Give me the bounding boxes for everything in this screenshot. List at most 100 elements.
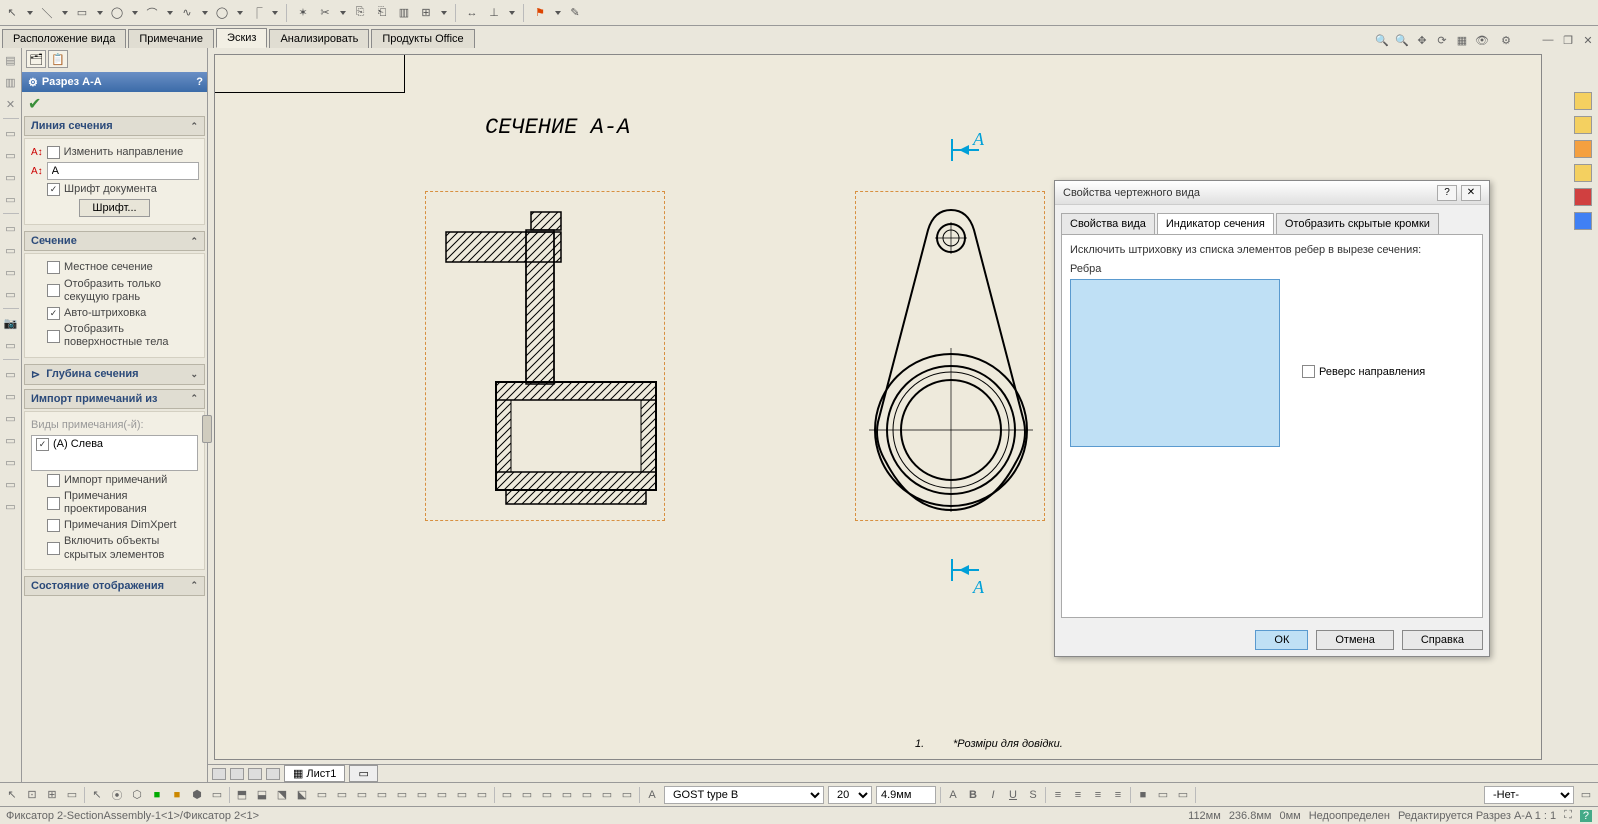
sheet-prev[interactable] <box>230 768 244 780</box>
btool-21[interactable]: ▭ <box>434 787 450 803</box>
rotate-icon[interactable]: ⟳ <box>1434 32 1450 48</box>
vtool-13[interactable]: ▭ <box>3 366 19 382</box>
pan-icon[interactable]: ✥ <box>1414 32 1430 48</box>
reverse-direction-checkbox[interactable] <box>1302 365 1315 378</box>
vtool-19[interactable]: ▭ <box>3 498 19 514</box>
help-button[interactable]: Справка <box>1402 630 1483 650</box>
btool-28[interactable]: ▭ <box>579 787 595 803</box>
btool-14[interactable]: ⬕ <box>294 787 310 803</box>
rtool-explorer-icon[interactable] <box>1574 164 1592 182</box>
font-button[interactable]: Шрифт... <box>79 199 149 217</box>
sheet-last[interactable] <box>266 768 280 780</box>
more-icon[interactable]: ⚙ <box>1498 32 1514 48</box>
section-view[interactable] <box>425 191 665 521</box>
trim-icon[interactable]: ✂ <box>317 5 333 21</box>
dimension-icon[interactable]: ↔ <box>464 5 480 21</box>
vtool-11[interactable]: ▭ <box>3 286 19 302</box>
group-import-annotations[interactable]: Импорт примечаний из⌃ <box>24 389 205 409</box>
dialog-tab-view-props[interactable]: Свойства вида <box>1061 213 1155 235</box>
doc-font-checkbox[interactable]: ✓ <box>47 183 60 196</box>
sheet-add[interactable]: ▭ <box>349 765 377 782</box>
display-style-icon[interactable]: ▦ <box>1454 32 1470 48</box>
status-help-icon[interactable]: ? <box>1580 810 1592 822</box>
btool-32[interactable]: ▭ <box>1175 787 1191 803</box>
btool-24[interactable]: ▭ <box>499 787 515 803</box>
btool-27[interactable]: ▭ <box>559 787 575 803</box>
btool-12[interactable]: ⬓ <box>254 787 270 803</box>
btool-20[interactable]: ▭ <box>414 787 430 803</box>
btool-9[interactable]: ⬢ <box>189 787 205 803</box>
feature-tree-tab[interactable]: 🗂 <box>26 50 46 68</box>
panel-splitter[interactable] <box>202 415 212 443</box>
tab-evaluate[interactable]: Анализировать <box>269 29 369 48</box>
fillet-icon[interactable]: ⎾ <box>249 5 265 21</box>
btool-layer-icon[interactable]: ▭ <box>1578 787 1594 803</box>
tab-annotation[interactable]: Примечание <box>128 29 214 48</box>
rtool-resources-icon[interactable] <box>1574 116 1592 134</box>
rtool-home-icon[interactable] <box>1574 92 1592 110</box>
btool-align4[interactable]: ≡ <box>1110 787 1126 803</box>
btool-italic-icon[interactable]: I <box>985 787 1001 803</box>
dialog-titlebar[interactable]: Свойства чертежного вида ? ✕ <box>1055 181 1489 205</box>
btool-10[interactable]: ▭ <box>209 787 225 803</box>
property-tab[interactable]: 📋 <box>48 50 68 68</box>
view-a-checkbox[interactable]: ✓ <box>36 438 49 451</box>
line-icon[interactable]: ＼ <box>39 5 55 21</box>
sketch-pen-icon[interactable]: ✎ <box>567 5 583 21</box>
offset-icon[interactable]: ⎗ <box>374 5 390 21</box>
vtool-7[interactable]: ▭ <box>3 191 19 207</box>
hide-show-icon[interactable]: 👁 <box>1474 32 1490 48</box>
rtool-appearance-icon[interactable] <box>1574 212 1592 230</box>
cancel-button[interactable]: Отмена <box>1316 630 1393 650</box>
btool-31[interactable]: ▭ <box>1155 787 1171 803</box>
sheet-tab-1[interactable]: ▦ Лист1 <box>284 765 345 782</box>
btool-select-icon[interactable]: ↖ <box>4 787 20 803</box>
circle-icon[interactable]: ◯ <box>109 5 125 21</box>
rtool-library-icon[interactable] <box>1574 140 1592 158</box>
btool-22[interactable]: ▭ <box>454 787 470 803</box>
zoom-area-icon[interactable]: 🔍 <box>1394 32 1410 48</box>
mirror-icon[interactable]: ▥ <box>396 5 412 21</box>
design-notes-checkbox[interactable] <box>47 497 60 510</box>
btool-cursor-icon[interactable]: ↖ <box>89 787 105 803</box>
vtool-6[interactable]: ▭ <box>3 169 19 185</box>
pattern-icon[interactable]: ⊞ <box>418 5 434 21</box>
restore-icon[interactable]: ❐ <box>1560 32 1576 48</box>
group-display-state[interactable]: Состояние отображения⌃ <box>24 576 205 596</box>
relation-icon[interactable]: ⊥ <box>486 5 502 21</box>
btool-strike-icon[interactable]: S <box>1025 787 1041 803</box>
sheet-next[interactable] <box>248 768 262 780</box>
group-section-line[interactable]: Линия сечения⌃ <box>24 116 205 136</box>
vtool-16[interactable]: ▭ <box>3 432 19 448</box>
arc-icon[interactable]: ⌒ <box>144 5 160 21</box>
sheet-first[interactable] <box>212 768 226 780</box>
rect-icon[interactable]: ▭ <box>74 5 90 21</box>
ok-check-icon[interactable]: ✔ <box>28 96 41 113</box>
import-notes-checkbox[interactable] <box>47 474 60 487</box>
vtool-5[interactable]: ▭ <box>3 147 19 163</box>
btool-15[interactable]: ▭ <box>314 787 330 803</box>
font-name-select[interactable]: GOST type B <box>664 786 824 804</box>
btool-color-icon[interactable]: ■ <box>1135 787 1151 803</box>
btool-30[interactable]: ▭ <box>619 787 635 803</box>
auto-hatch-checkbox[interactable]: ✓ <box>47 307 60 320</box>
vtool-8[interactable]: ▭ <box>3 220 19 236</box>
point-icon[interactable]: ✶ <box>295 5 311 21</box>
btool-17[interactable]: ▭ <box>354 787 370 803</box>
close-icon[interactable]: ✕ <box>1580 32 1596 48</box>
tab-view-layout[interactable]: Расположение вида <box>2 29 126 48</box>
vtool-15[interactable]: ▭ <box>3 410 19 426</box>
local-section-checkbox[interactable] <box>47 261 60 274</box>
btool-align1[interactable]: ≡ <box>1050 787 1066 803</box>
minimize-icon[interactable]: — <box>1540 32 1556 48</box>
cursor-icon[interactable]: ↖ <box>4 5 20 21</box>
dialog-close-icon[interactable]: ✕ <box>1461 185 1481 201</box>
change-direction-checkbox[interactable] <box>47 146 60 159</box>
btool-6[interactable]: ⬡ <box>129 787 145 803</box>
flag-icon[interactable]: ⚑ <box>532 5 548 21</box>
vtool-1[interactable]: ▤ <box>3 52 19 68</box>
convert-icon[interactable]: ⎘ <box>352 5 368 21</box>
zoom-in-icon[interactable]: 🔍 <box>1374 32 1390 48</box>
vtool-3[interactable]: ✕ <box>3 96 19 112</box>
layer-select[interactable]: -Нет- <box>1484 786 1574 804</box>
